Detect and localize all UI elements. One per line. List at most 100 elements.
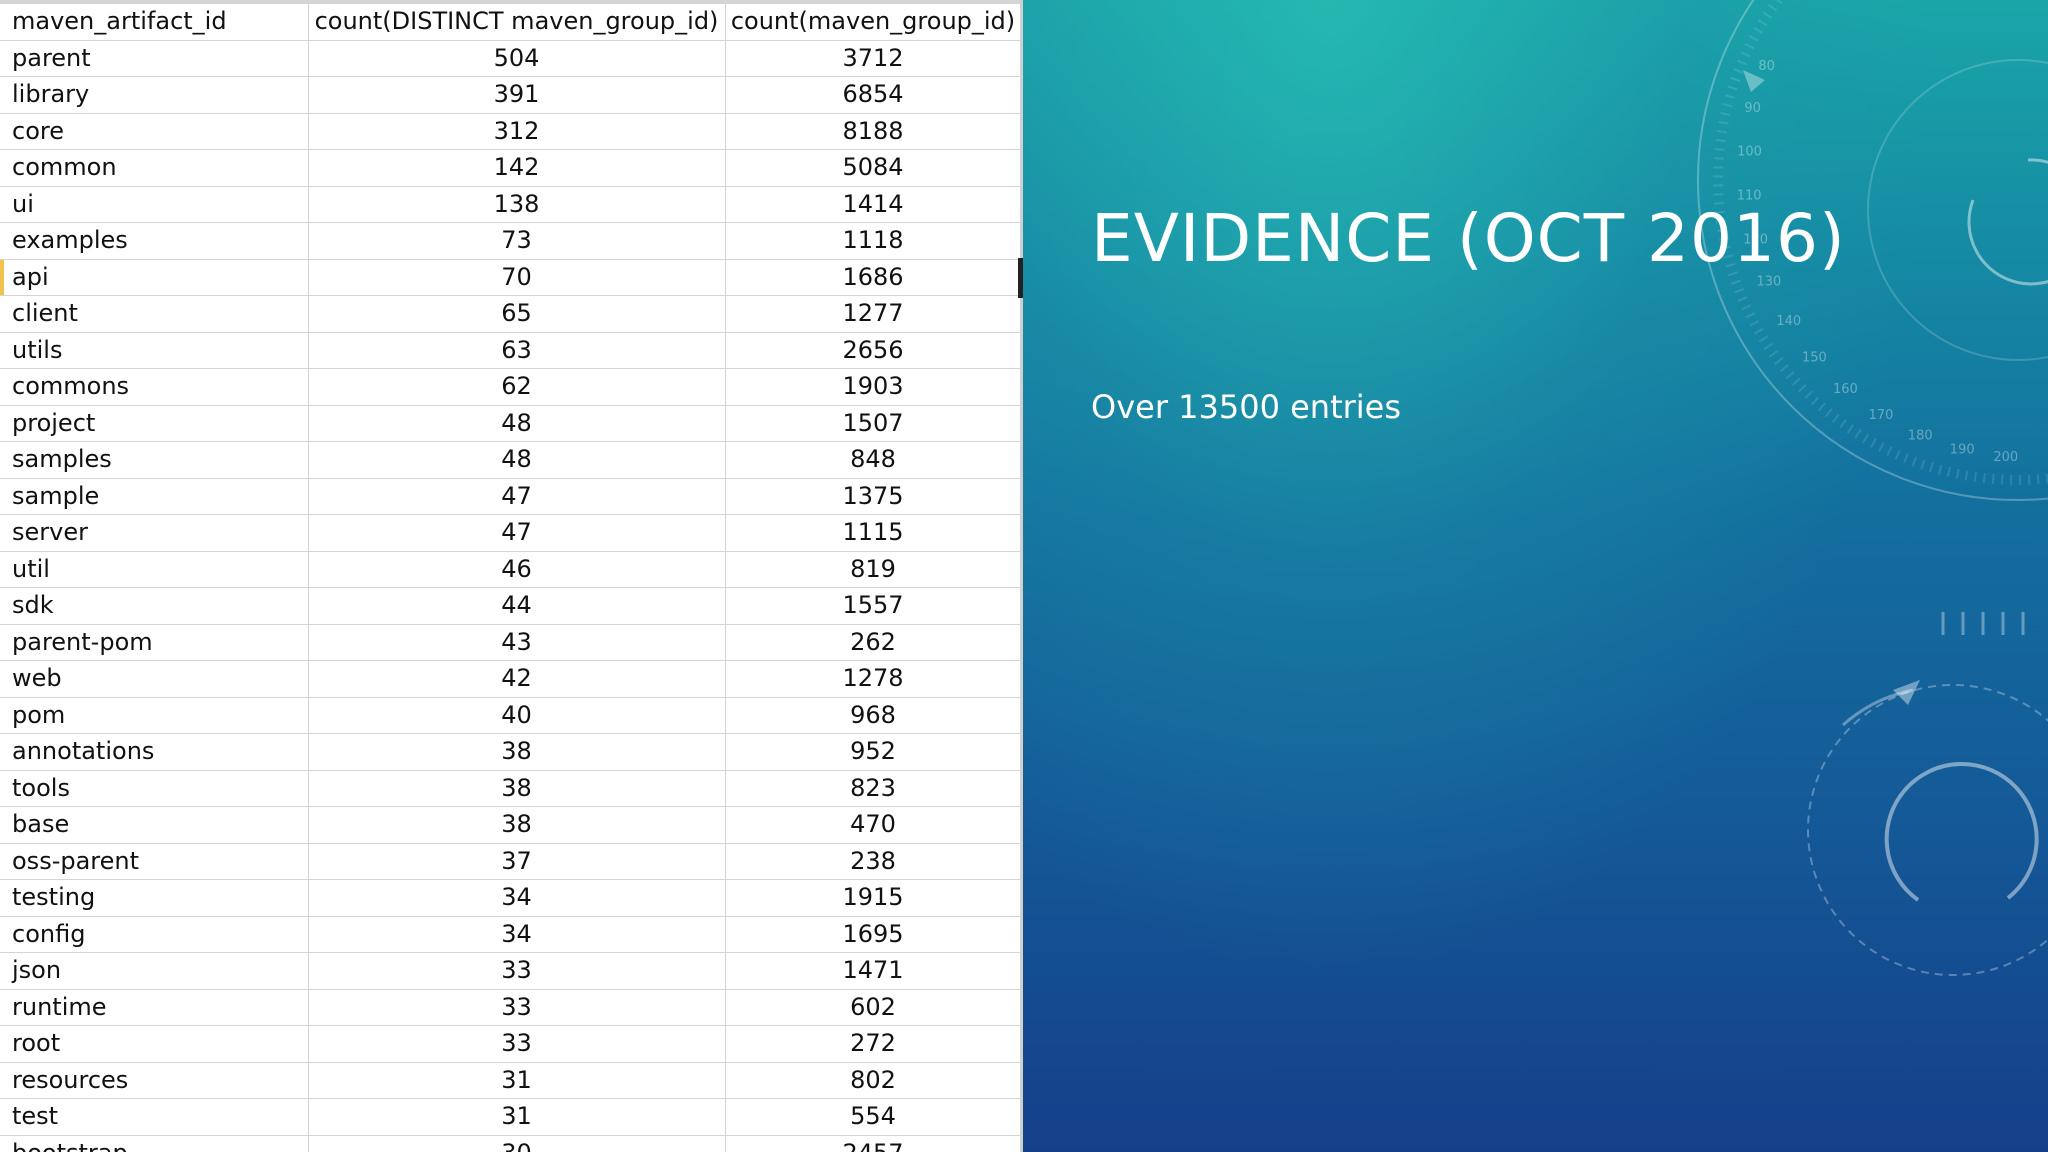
cell-distinct-count[interactable]: 504 [308, 40, 726, 77]
cell-count[interactable]: 1277 [725, 295, 1022, 333]
cell-distinct-count[interactable]: 312 [308, 113, 726, 150]
table-row[interactable]: config 34 1695 [0, 916, 1022, 953]
cell-count[interactable]: 3712 [725, 40, 1022, 77]
cell-distinct-count[interactable]: 47 [308, 478, 726, 515]
cell-distinct-count[interactable]: 48 [308, 405, 726, 442]
table-row[interactable]: common 142 5084 [0, 149, 1022, 187]
cell-artifact-id[interactable]: common [0, 149, 309, 187]
cell-count[interactable]: 470 [725, 806, 1022, 844]
cell-artifact-id[interactable]: utils [0, 332, 309, 369]
cell-artifact-id[interactable]: parent-pom [0, 624, 309, 661]
table-row[interactable]: ui 138 1414 [0, 186, 1022, 223]
table-row[interactable]: client 65 1277 [0, 295, 1022, 333]
table-row[interactable]: parent-pom 43 262 [0, 624, 1022, 661]
cell-artifact-id[interactable]: root [0, 1025, 309, 1063]
cell-artifact-id[interactable]: oss-parent [0, 843, 309, 880]
cell-count[interactable]: 1115 [725, 514, 1022, 552]
cell-distinct-count[interactable]: 65 [308, 295, 726, 333]
cell-artifact-id[interactable]: library [0, 76, 309, 114]
cell-count[interactable]: 8188 [725, 113, 1022, 150]
cell-count[interactable]: 1557 [725, 587, 1022, 625]
column-header-artifact-id[interactable]: maven_artifact_id [0, 4, 309, 41]
table-row[interactable]: project 48 1507 [0, 405, 1022, 442]
cell-count[interactable]: 1118 [725, 222, 1022, 260]
cell-artifact-id[interactable]: api [0, 259, 309, 296]
cell-distinct-count[interactable]: 43 [308, 624, 726, 661]
table-row[interactable]: tools 38 823 [0, 770, 1022, 807]
cell-distinct-count[interactable]: 38 [308, 733, 726, 771]
cell-artifact-id[interactable]: testing [0, 879, 309, 917]
table-row[interactable]: base 38 470 [0, 806, 1022, 844]
cell-distinct-count[interactable]: 34 [308, 916, 726, 953]
cell-distinct-count[interactable]: 40 [308, 697, 726, 734]
cell-count[interactable]: 272 [725, 1025, 1022, 1063]
cell-distinct-count[interactable]: 37 [308, 843, 726, 880]
table-row[interactable]: bootstrap302457 [0, 1135, 1022, 1152]
table-row[interactable]: util 46 819 [0, 551, 1022, 588]
table-row[interactable]: testing 34 1915 [0, 879, 1022, 917]
cell-artifact-id[interactable]: core [0, 113, 309, 150]
cell-count[interactable]: 823 [725, 770, 1022, 807]
cell-distinct-count[interactable]: 42 [308, 660, 726, 698]
cell-artifact-id[interactable]: web [0, 660, 309, 698]
cell-artifact-id[interactable]: bootstrap [0, 1135, 309, 1152]
cell-distinct-count[interactable]: 391 [308, 76, 726, 114]
cell-count[interactable]: 554 [725, 1098, 1022, 1136]
column-header-distinct-count[interactable]: count(DISTINCT maven_group_id) [308, 4, 726, 41]
cell-count[interactable]: 238 [725, 843, 1022, 880]
cell-artifact-id[interactable]: runtime [0, 989, 309, 1026]
table-row[interactable]: json 33 1471 [0, 952, 1022, 990]
cell-artifact-id[interactable]: samples [0, 441, 309, 479]
cell-artifact-id[interactable]: util [0, 551, 309, 588]
table-row[interactable]: samples 48 848 [0, 441, 1022, 479]
cell-artifact-id[interactable]: config [0, 916, 309, 953]
table-row[interactable]: resources 31 802 [0, 1062, 1022, 1099]
cell-artifact-id[interactable]: examples [0, 222, 309, 260]
cell-distinct-count[interactable]: 33 [308, 989, 726, 1026]
cell-distinct-count[interactable]: 38 [308, 806, 726, 844]
cell-count[interactable]: 1278 [725, 660, 1022, 698]
table-row[interactable]: server 47 1115 [0, 514, 1022, 552]
cell-distinct-count[interactable]: 34 [308, 879, 726, 917]
cell-artifact-id[interactable]: sdk [0, 587, 309, 625]
cell-artifact-id[interactable]: base [0, 806, 309, 844]
cell-count[interactable]: 262 [725, 624, 1022, 661]
cell-distinct-count[interactable]: 138 [308, 186, 726, 223]
cell-distinct-count[interactable]: 48 [308, 441, 726, 479]
cell-count[interactable]: 1414 [725, 186, 1022, 223]
cell-count[interactable]: 1915 [725, 879, 1022, 917]
table-row[interactable]: parent 504 3712 [0, 40, 1022, 77]
cell-count[interactable]: 1375 [725, 478, 1022, 515]
cell-count[interactable]: 1903 [725, 368, 1022, 406]
table-row[interactable]: test 31 554 [0, 1098, 1022, 1136]
table-row[interactable]: core 312 8188 [0, 113, 1022, 150]
cell-count[interactable]: 1471 [725, 952, 1022, 990]
cell-count[interactable]: 5084 [725, 149, 1022, 187]
cell-artifact-id[interactable]: resources [0, 1062, 309, 1099]
cell-distinct-count[interactable]: 47 [308, 514, 726, 552]
cell-count[interactable]: 1695 [725, 916, 1022, 953]
cell-artifact-id[interactable]: server [0, 514, 309, 552]
cell-count[interactable]: 848 [725, 441, 1022, 479]
cell-count[interactable]: 6854 [725, 76, 1022, 114]
cell-count[interactable]: 1507 [725, 405, 1022, 442]
cell-count[interactable]: 1686 [725, 259, 1022, 296]
column-header-count[interactable]: count(maven_group_id) [725, 4, 1022, 41]
table-row[interactable]: utils 63 2656 [0, 332, 1022, 369]
table-row[interactable]: web 42 1278 [0, 660, 1022, 698]
cell-distinct-count[interactable]: 33 [308, 1025, 726, 1063]
cell-distinct-count[interactable]: 70 [308, 259, 726, 296]
cell-artifact-id[interactable]: parent [0, 40, 309, 77]
table-row[interactable]: runtime 33 602 [0, 989, 1022, 1026]
cell-distinct-count[interactable]: 38 [308, 770, 726, 807]
cell-distinct-count[interactable]: 44 [308, 587, 726, 625]
table-row[interactable]: commons 62 1903 [0, 368, 1022, 406]
cell-artifact-id[interactable]: sample [0, 478, 309, 515]
cell-artifact-id[interactable]: project [0, 405, 309, 442]
cell-count[interactable]: 819 [725, 551, 1022, 588]
cell-artifact-id[interactable]: pom [0, 697, 309, 734]
cell-artifact-id[interactable]: annotations [0, 733, 309, 771]
cell-count[interactable]: 2656 [725, 332, 1022, 369]
table-row[interactable]: library 391 6854 [0, 76, 1022, 114]
cell-distinct-count[interactable]: 33 [308, 952, 726, 990]
